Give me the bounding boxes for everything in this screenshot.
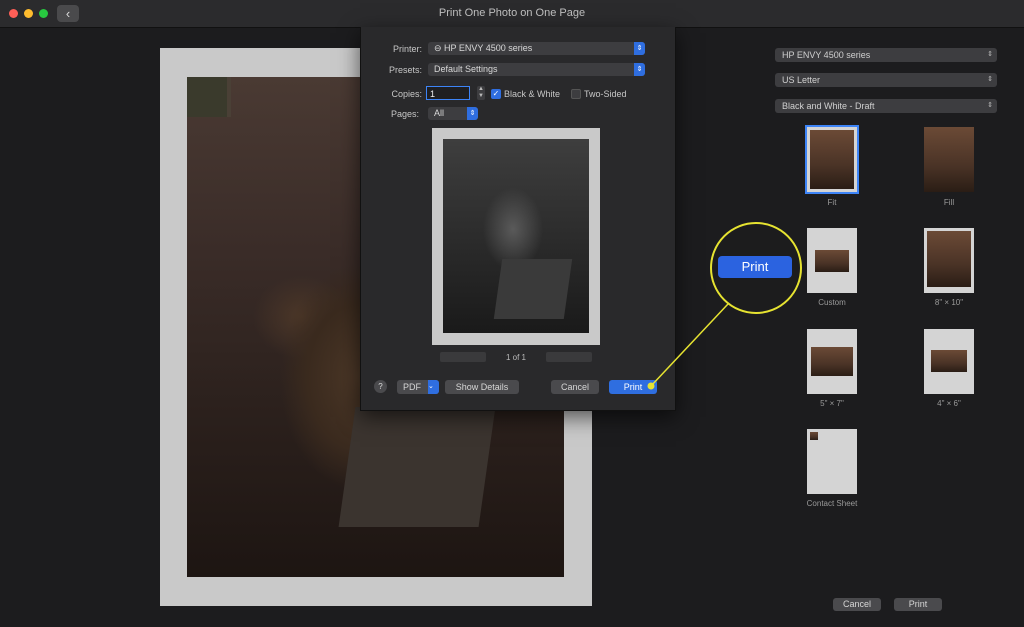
callout-pointer: [647, 303, 729, 390]
callout-print-button: Print: [718, 256, 792, 278]
